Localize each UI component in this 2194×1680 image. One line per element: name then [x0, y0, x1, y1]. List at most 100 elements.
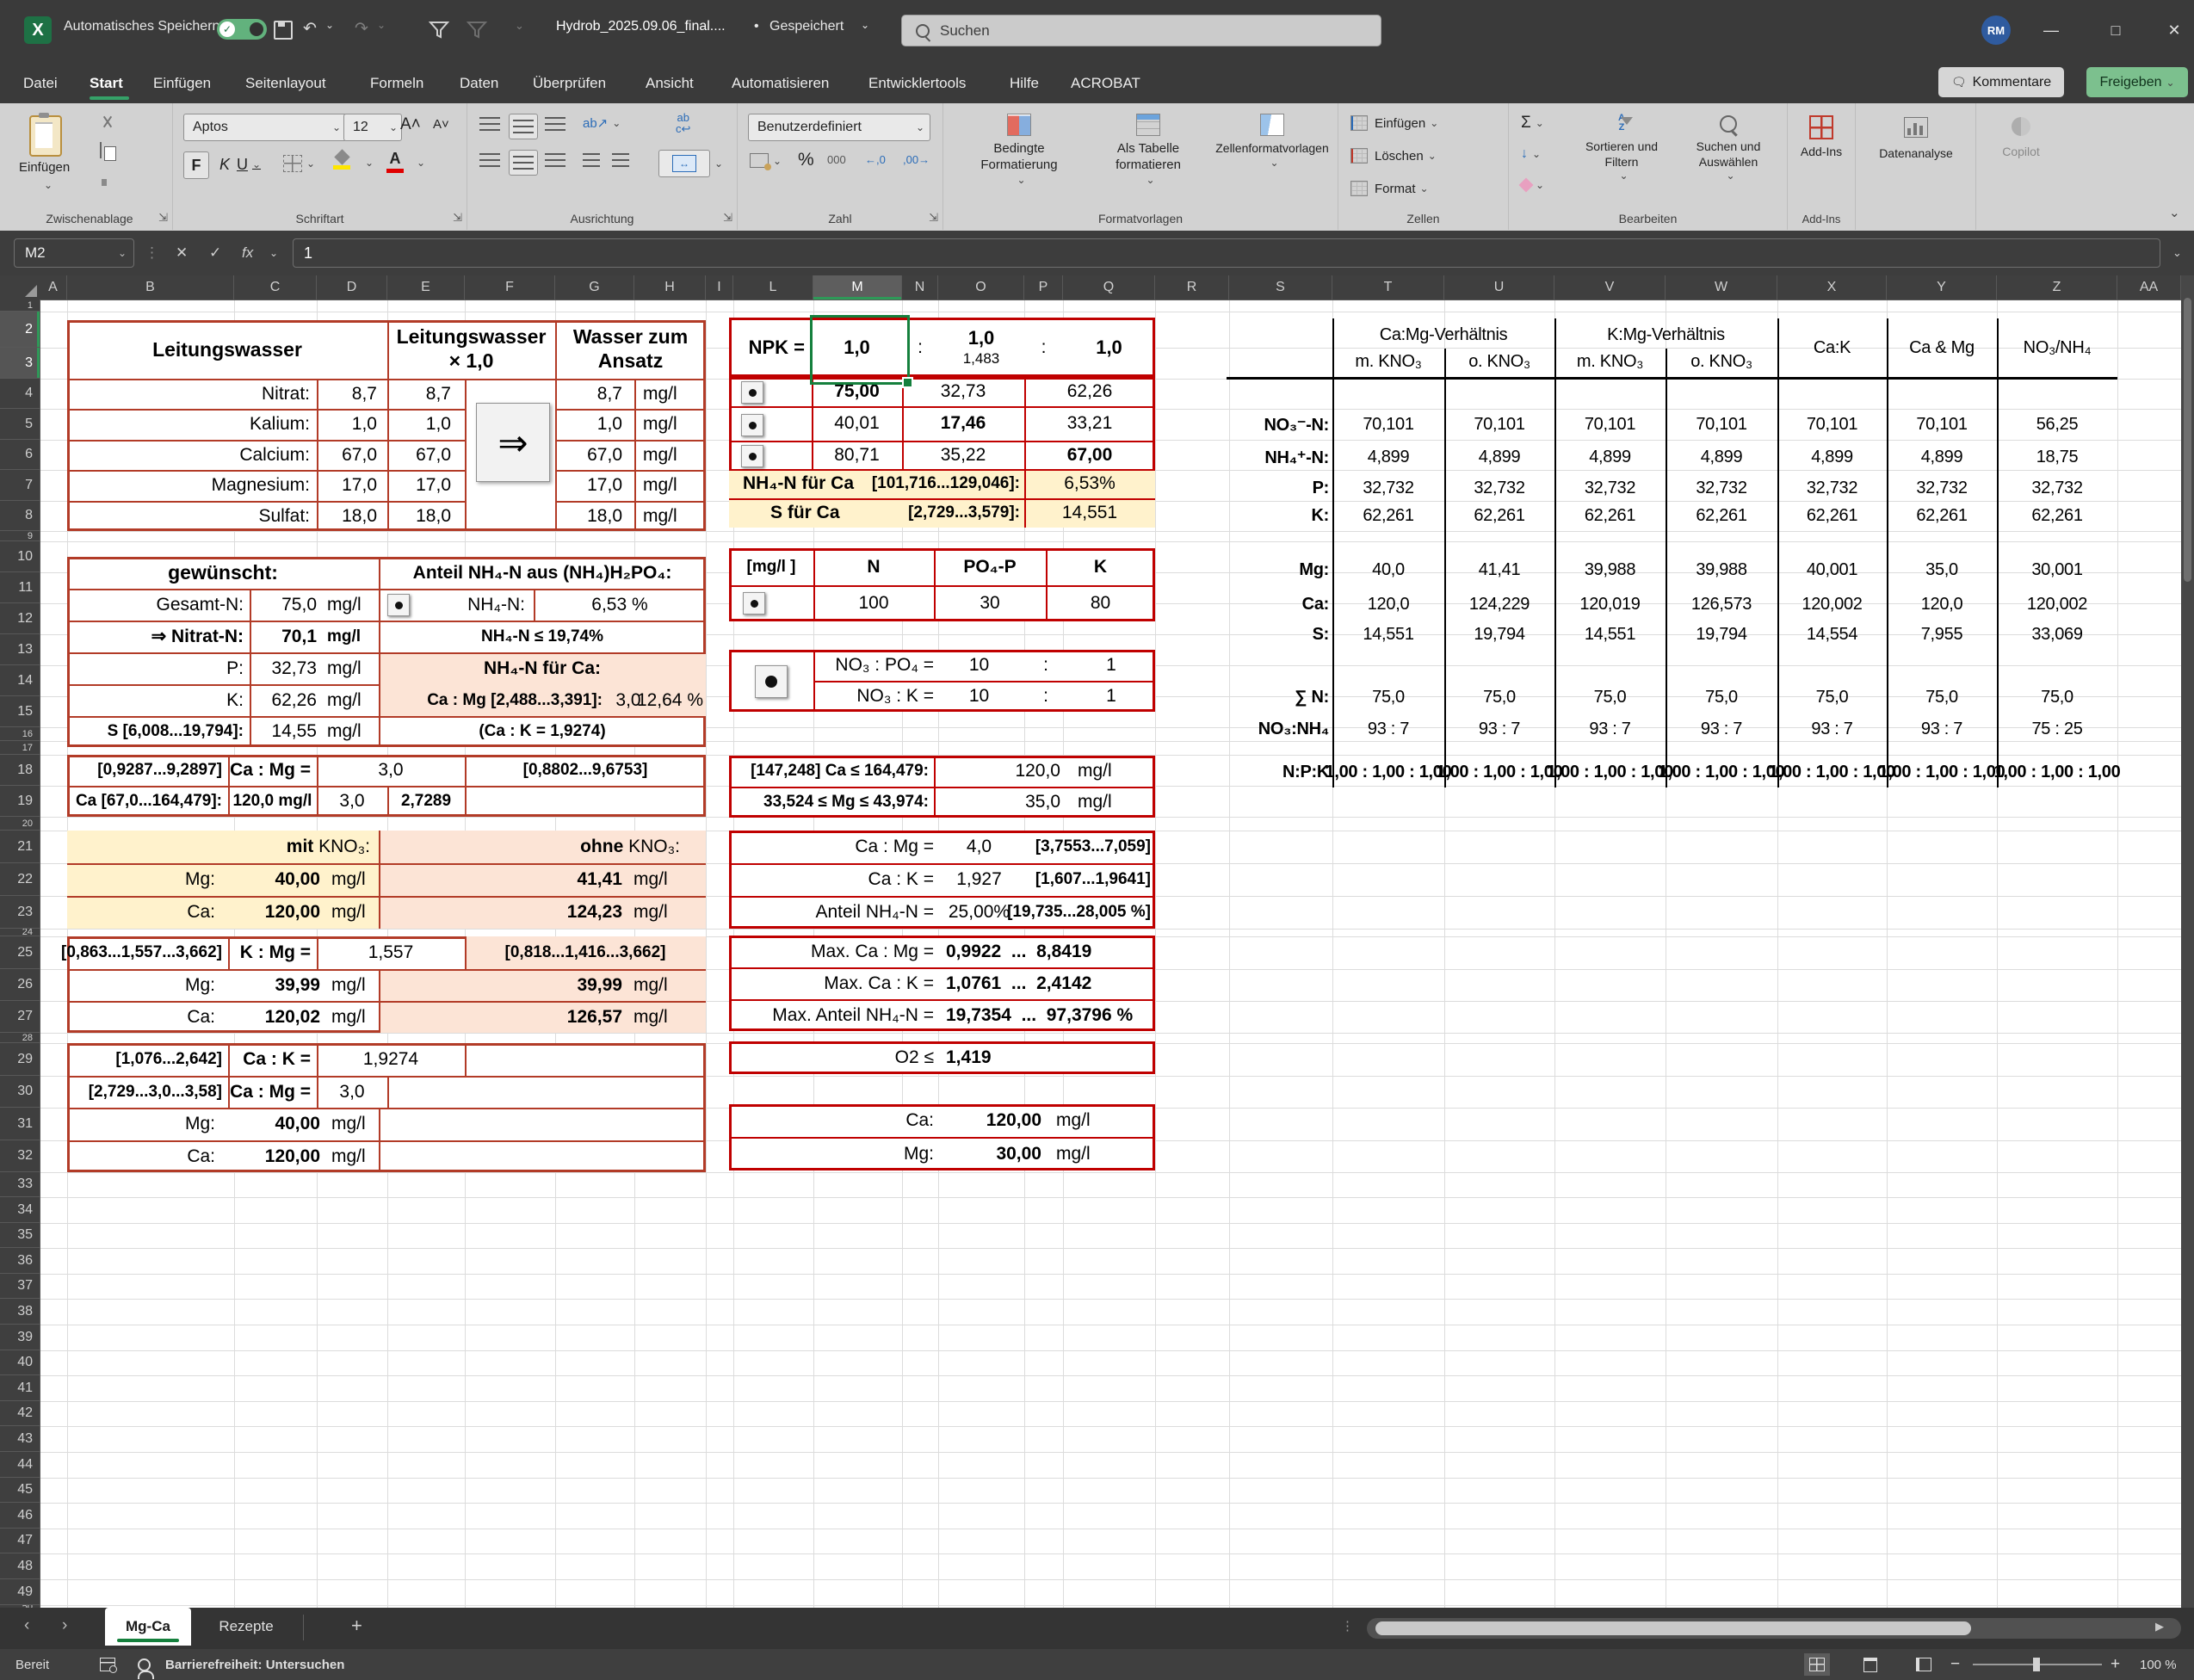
column-header[interactable]: X: [1777, 275, 1887, 300]
cell[interactable]: Mg:: [67, 1108, 215, 1140]
fx-icon[interactable]: fx: [242, 238, 253, 268]
cell[interactable]: S [6,008...19,794]:: [67, 716, 244, 747]
cell[interactable]: Ca : Mg =: [228, 1076, 311, 1108]
cell[interactable]: K: [1046, 548, 1155, 585]
cell[interactable]: mg/l: [327, 621, 379, 652]
cell[interactable]: 18,0: [317, 501, 377, 531]
macro-record-icon[interactable]: [100, 1649, 117, 1680]
tab-ueberpruefen[interactable]: Überprüfen: [533, 69, 606, 98]
cell[interactable]: mg/l: [1078, 756, 1155, 787]
cell[interactable]: 80: [1046, 585, 1155, 621]
matrix-cell[interactable]: 32,732: [1666, 473, 1777, 503]
row-header[interactable]: 27: [0, 1001, 40, 1033]
find-select-button[interactable]: Suchen und Auswählen ⌄: [1678, 115, 1779, 182]
document-title[interactable]: Hydrob_2025.09.06_final....: [556, 19, 726, 34]
cell[interactable]: 120,00: [222, 1140, 320, 1172]
cell[interactable]: NH₄-N für Ca:: [379, 652, 706, 684]
right-table-row-label[interactable]: NO₃:NH₄: [1222, 714, 1330, 744]
sub-header[interactable]: o. KNO₃: [1444, 349, 1554, 374]
row-header[interactable]: 11: [0, 572, 40, 603]
font-color-icon[interactable]: A: [386, 150, 404, 173]
cell[interactable]: 80,71: [812, 441, 902, 469]
cell[interactable]: 40,00: [222, 863, 320, 896]
cell[interactable]: 120,0 mg/l: [228, 786, 317, 817]
align-middle-icon[interactable]: [509, 114, 538, 139]
matrix-cell[interactable]: 93 : 7: [1887, 714, 1997, 744]
matrix-cell[interactable]: 19,794: [1444, 620, 1554, 649]
column-header[interactable]: I: [706, 275, 733, 300]
page-break-view-button[interactable]: [1911, 1653, 1937, 1676]
matrix-cell[interactable]: 62,261: [1997, 501, 2117, 530]
share-button[interactable]: Freigeben ⌄: [2086, 67, 2188, 97]
tab-entwicklertools[interactable]: Entwicklertools: [868, 69, 966, 98]
wrap-text-icon[interactable]: ab c↩: [676, 112, 690, 134]
row-header[interactable]: 46: [0, 1504, 40, 1529]
cell[interactable]: 4,0: [934, 831, 1024, 863]
tab-start[interactable]: Start: [90, 69, 123, 98]
bold-button[interactable]: F: [183, 151, 209, 179]
chevron-down-icon[interactable]: ⌄: [377, 19, 386, 31]
radio-button[interactable]: [755, 665, 788, 698]
column-header[interactable]: A: [40, 275, 67, 300]
cell[interactable]: [0,9287...9,2897]: [67, 755, 222, 786]
number-format-select[interactable]: Benutzerdefiniert ⌄: [748, 114, 930, 141]
matrix-cell[interactable]: 30,001: [1997, 555, 2117, 584]
borders-icon[interactable]: ⌄: [283, 155, 315, 172]
row-header[interactable]: 41: [0, 1376, 40, 1401]
cell[interactable]: [0,8802...9,6753]: [465, 755, 706, 786]
cell[interactable]: 1,0 1,483: [938, 318, 1024, 377]
decrease-indent-icon[interactable]: [583, 153, 600, 168]
matrix-cell[interactable]: 7,955: [1887, 620, 1997, 649]
row-header[interactable]: 28: [0, 1033, 40, 1043]
cell[interactable]: Kalium:: [67, 409, 310, 440]
cell[interactable]: 35,22: [902, 441, 1024, 469]
increase-font-icon[interactable]: A˄: [400, 115, 421, 134]
row-header[interactable]: 35: [0, 1223, 40, 1248]
cell[interactable]: :: [1024, 318, 1063, 377]
data-analysis-button[interactable]: Datenanalyse: [1864, 117, 1968, 162]
row-header[interactable]: 16: [0, 727, 40, 741]
cell[interactable]: mg/l: [643, 440, 703, 470]
chevron-down-icon[interactable]: ⌄: [861, 19, 869, 31]
table-title[interactable]: gewünscht:: [67, 557, 379, 589]
cell[interactable]: NO₃ : PO₄ =: [813, 650, 934, 681]
cell[interactable]: mg/l: [327, 716, 379, 747]
sub-header[interactable]: m. KNO₃: [1554, 349, 1666, 374]
row-header[interactable]: 14: [0, 665, 40, 696]
accounting-format-icon[interactable]: ⌄: [750, 153, 782, 170]
cell[interactable]: 100: [813, 585, 934, 621]
cell[interactable]: Ca:: [67, 1140, 215, 1172]
column-header[interactable]: L: [733, 275, 813, 300]
italic-button[interactable]: K: [214, 151, 235, 177]
matrix-cell[interactable]: 32,732: [1444, 473, 1554, 503]
cell[interactable]: 120,00: [222, 896, 320, 929]
conditional-formatting-button[interactable]: Bedingte Formatierung ⌄: [959, 114, 1079, 187]
cell[interactable]: [2,729...3,0...3,58]: [67, 1076, 222, 1108]
row-header[interactable]: 39: [0, 1325, 40, 1350]
matrix-cell[interactable]: 70,101: [1887, 410, 1997, 439]
cell[interactable]: 3,0: [317, 755, 465, 786]
row-header[interactable]: 45: [0, 1478, 40, 1503]
row-header[interactable]: 40: [0, 1350, 40, 1375]
row-header[interactable]: 30: [0, 1076, 40, 1108]
row-header[interactable]: 49: [0, 1580, 40, 1605]
row-header[interactable]: 33: [0, 1172, 40, 1197]
matrix-cell[interactable]: 75,0: [1997, 682, 2117, 712]
matrix-cell[interactable]: 70,101: [1444, 410, 1554, 439]
cell[interactable]: mg/l: [633, 969, 685, 1001]
sheet-tab-rezepte[interactable]: Rezepte: [196, 1608, 296, 1646]
cell[interactable]: 39,99: [446, 969, 622, 1001]
matrix-cell[interactable]: 120,002: [1777, 590, 1887, 619]
matrix-cell[interactable]: 1,00 : 1,00 : 1,00: [1547, 757, 1673, 787]
cell[interactable]: [1,076...2,642]: [67, 1043, 222, 1076]
column-header[interactable]: Y: [1887, 275, 1997, 300]
tab-datei[interactable]: Datei: [23, 69, 58, 98]
cell[interactable]: 62,26: [250, 684, 317, 716]
group-header[interactable]: NO₃/NH₄: [1997, 321, 2117, 374]
column-header[interactable]: R: [1155, 275, 1229, 300]
row-header[interactable]: 34: [0, 1198, 40, 1223]
matrix-cell[interactable]: 33,069: [1997, 620, 2117, 649]
cell[interactable]: 1,557: [317, 936, 465, 969]
row-header[interactable]: 44: [0, 1453, 40, 1478]
font-size-select[interactable]: 12 ⌄: [343, 114, 402, 141]
